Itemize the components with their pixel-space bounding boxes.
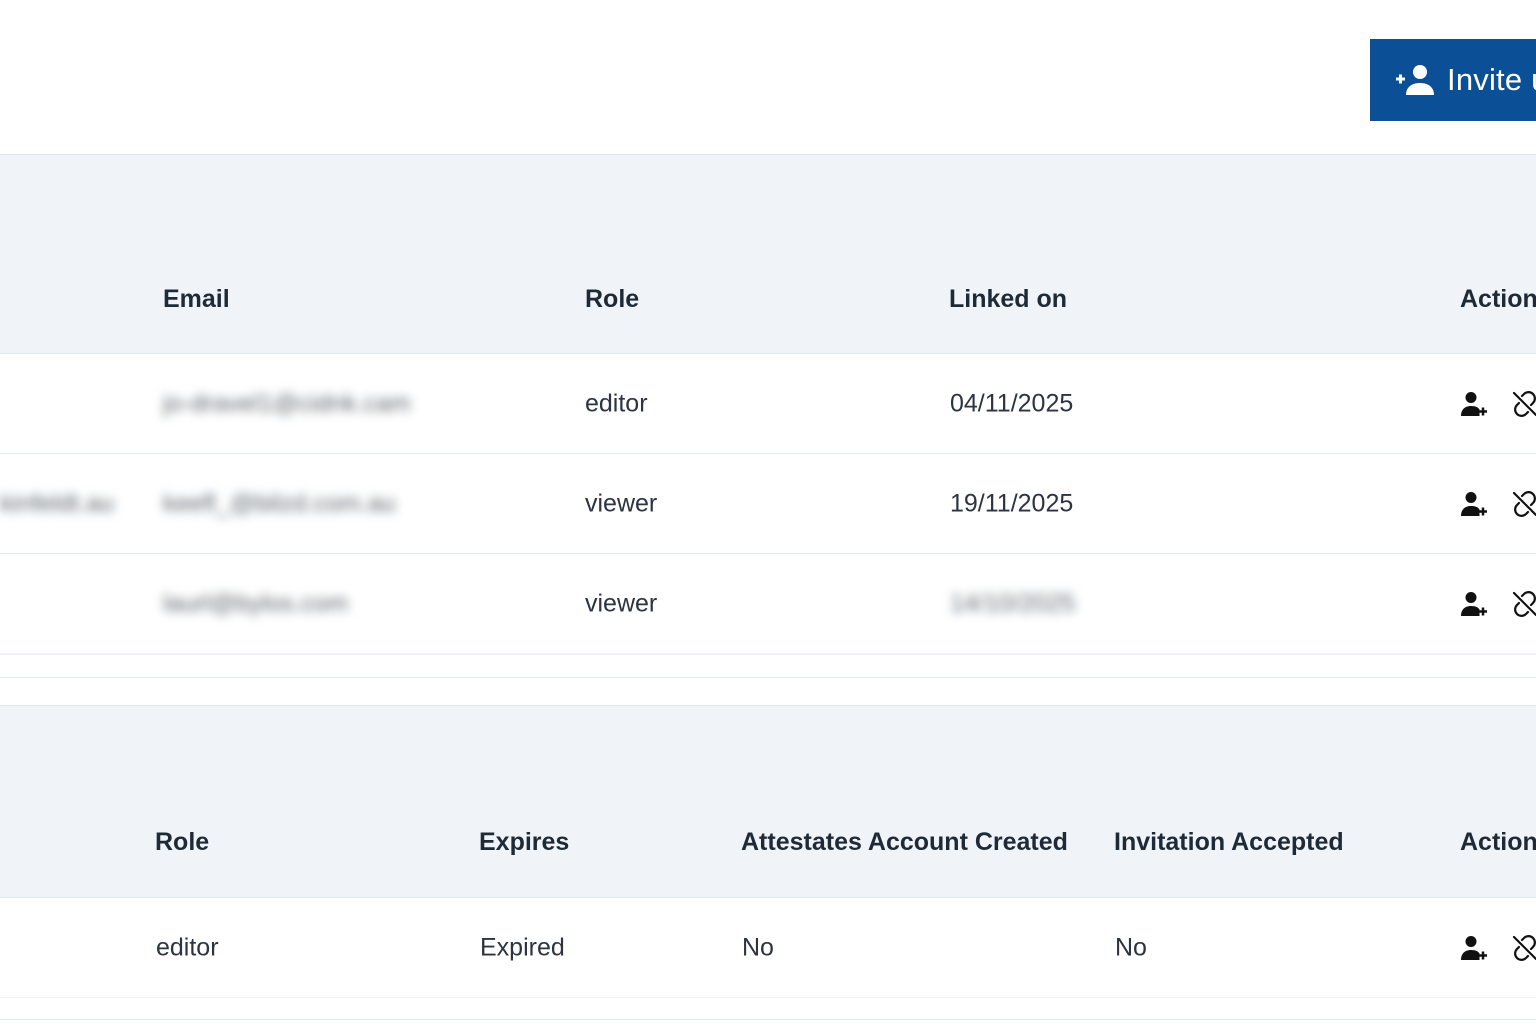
expires-cell: Expired bbox=[480, 933, 565, 961]
person-add-icon[interactable] bbox=[1460, 590, 1488, 618]
column-header-actions: Actions bbox=[1460, 285, 1536, 313]
role-cell: viewer bbox=[585, 489, 658, 517]
column-header-actions: Actions bbox=[1460, 828, 1536, 856]
column-header-email: Email bbox=[163, 285, 230, 313]
role-cell: viewer bbox=[585, 589, 658, 617]
unlink-icon[interactable] bbox=[1511, 390, 1536, 418]
column-header-role: Role bbox=[155, 828, 210, 856]
linked-on-cell: 19/11/2025 bbox=[950, 489, 1074, 517]
column-header-invitation-accepted: Invitation Accepted bbox=[1114, 828, 1344, 856]
unlink-icon[interactable] bbox=[1511, 934, 1536, 962]
role-cell: editor bbox=[585, 389, 648, 417]
unlink-icon[interactable] bbox=[1511, 490, 1536, 518]
role-cell: editor bbox=[156, 933, 219, 961]
invite-user-button[interactable]: Invite u bbox=[1370, 39, 1536, 121]
name-cell-partial: kinfeldt.au bbox=[0, 489, 114, 517]
column-header-account-created: Attestates Account Created bbox=[741, 828, 1068, 856]
table-row: laurl@bylos.com viewer 14/10/2025 bbox=[0, 553, 1536, 653]
table-row: editor Expired No No bbox=[0, 897, 1536, 997]
linked-users-table: Email Role Linked on Actions jo-dravel1@… bbox=[0, 154, 1536, 655]
person-add-icon bbox=[1396, 65, 1434, 95]
invite-button-label: Invite u bbox=[1447, 62, 1536, 97]
linked-on-cell: 14/10/2025 bbox=[950, 589, 1076, 617]
email-cell: jo-dravel1@cidnk.cam bbox=[163, 389, 411, 417]
column-header-linked-on: Linked on bbox=[949, 285, 1068, 313]
account-created-cell: No bbox=[742, 933, 774, 961]
column-header-expires: Expires bbox=[479, 828, 570, 856]
invitation-accepted-cell: No bbox=[1115, 933, 1147, 961]
email-cell: keefl_@bilzd.com.au bbox=[163, 489, 396, 517]
section-divider bbox=[0, 677, 1536, 678]
invitations-table: Role Expires Attestates Account Created … bbox=[0, 705, 1536, 998]
column-header-role: Role bbox=[585, 285, 640, 313]
section-divider bbox=[0, 1019, 1536, 1020]
person-add-icon[interactable] bbox=[1460, 934, 1488, 962]
person-add-icon[interactable] bbox=[1460, 490, 1488, 518]
table-row: kinfeldt.au keefl_@bilzd.com.au viewer 1… bbox=[0, 453, 1536, 553]
email-cell: laurl@bylos.com bbox=[163, 589, 349, 617]
linked-on-cell: 04/11/2025 bbox=[950, 389, 1074, 417]
unlink-icon[interactable] bbox=[1511, 590, 1536, 618]
table-row: jo-dravel1@cidnk.cam editor 04/11/2025 bbox=[0, 353, 1536, 453]
person-add-icon[interactable] bbox=[1460, 390, 1488, 418]
